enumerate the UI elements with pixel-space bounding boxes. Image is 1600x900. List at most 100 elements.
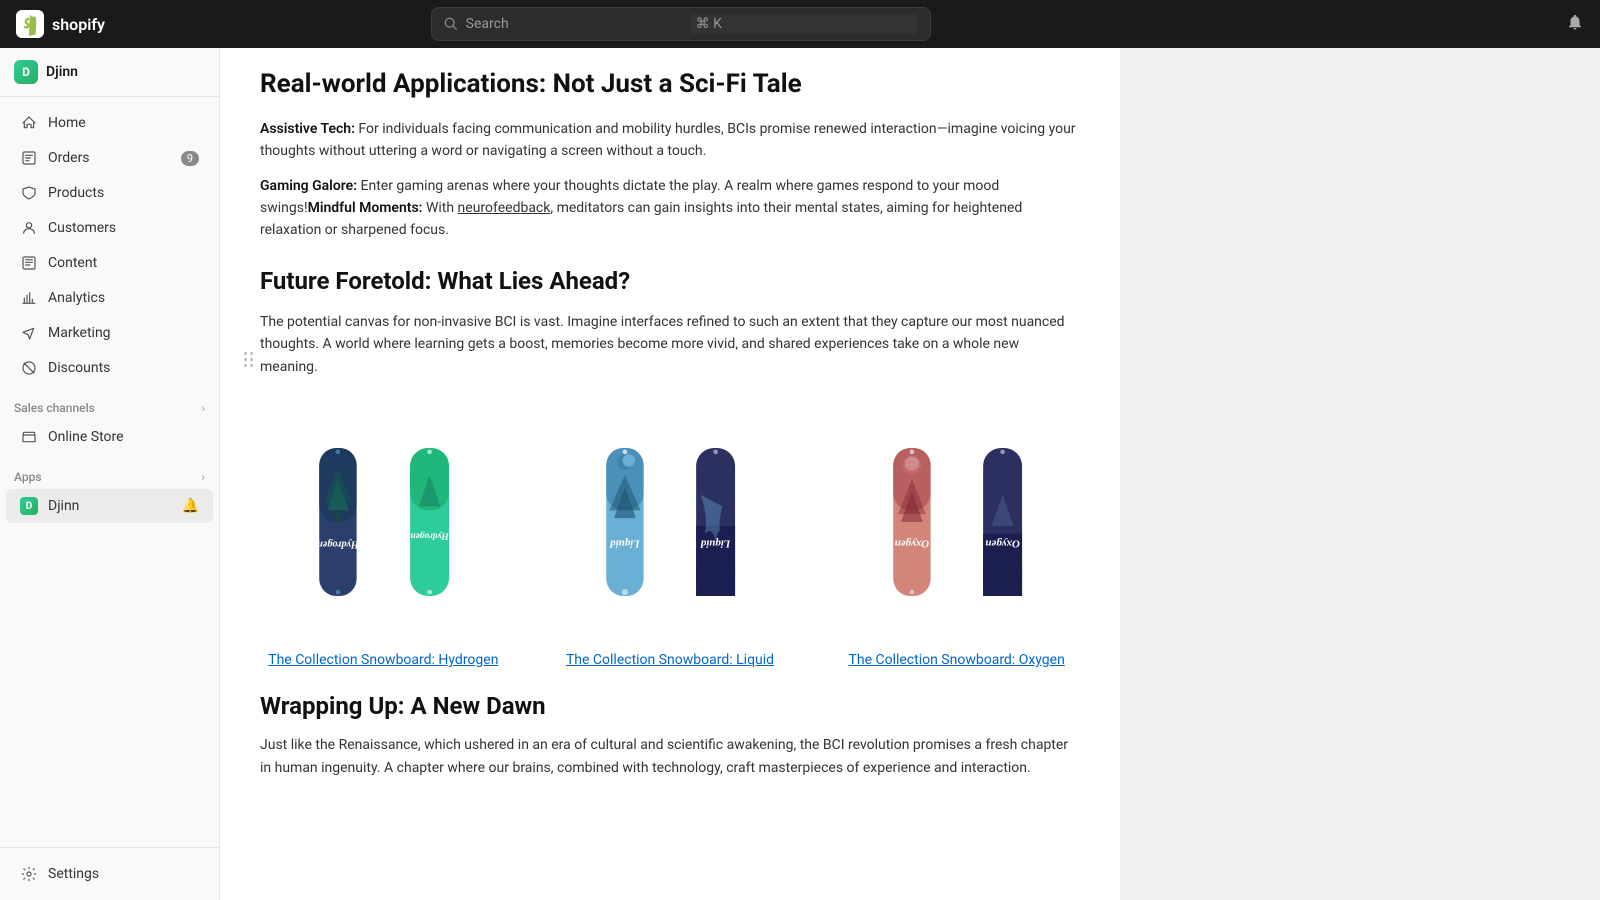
orders-icon (20, 149, 38, 167)
sidebar-item-discounts-label: Discounts (48, 360, 110, 376)
home-icon (20, 114, 38, 132)
svg-text:Liquid: Liquid (700, 538, 731, 550)
section3-title: Wrapping Up: A New Dawn (260, 692, 1080, 720)
sidebar-item-home[interactable]: Home (6, 106, 213, 140)
products-icon (20, 184, 38, 202)
snowboard-liquid-svg: Liquid (600, 407, 701, 637)
product-image-liquid: Liquid Liquid (600, 402, 740, 642)
para2-text2: With (422, 200, 457, 216)
sidebar-item-content[interactable]: Content (6, 246, 213, 280)
djinn-app-icon: D (14, 60, 38, 84)
product-card-oxygen: Oxygen Oxygen (833, 402, 1080, 668)
main-content[interactable]: Real-world Applications: Not Just a Sci-… (220, 48, 1600, 900)
sidebar-item-discounts[interactable]: Discounts (6, 351, 213, 385)
sidebar-app-header: D Djinn (0, 48, 219, 97)
section2-title: Future Foretold: What Lies Ahead? (260, 266, 1080, 297)
search-placeholder: Search (466, 16, 682, 32)
snowboard-hydrogen-svg: Hydrogen (313, 407, 414, 637)
drag-dot (250, 352, 253, 355)
product-image-hydrogen: Hydrogen Hydrogen (313, 402, 453, 642)
svg-text:Hydrogen: Hydrogen (410, 531, 449, 541)
marketing-icon (20, 324, 38, 342)
sidebar-item-online-store[interactable]: Online Store (6, 420, 213, 454)
svg-text:Oxygen: Oxygen (985, 538, 1019, 550)
topbar: shopify Search ⌘ K (0, 0, 1600, 48)
snowboard-hydrogen-2-svg: Hydrogen (407, 407, 454, 637)
sidebar-item-products[interactable]: Products (6, 176, 213, 210)
layout: D Djinn Home Orders 9 Prod (0, 48, 1600, 900)
shopify-text: shopify (52, 15, 105, 34)
djinn-bell-icon[interactable]: 🔔 (182, 498, 199, 514)
sidebar-item-customers[interactable]: Customers (6, 211, 213, 245)
para3: The potential canvas for non-invasive BC… (260, 311, 1080, 378)
sidebar-item-home-label: Home (48, 115, 86, 131)
notification-bell[interactable] (1566, 13, 1584, 36)
sidebar-item-djinn[interactable]: D Djinn 🔔 (6, 489, 213, 523)
oxygen-link[interactable]: The Collection Snowboard: Oxygen (849, 652, 1065, 668)
sidebar-footer: Settings (0, 847, 219, 900)
liquid-link[interactable]: The Collection Snowboard: Liquid (566, 652, 774, 668)
product-card-liquid: Liquid Liquid (547, 402, 794, 668)
product-image-oxygen: Oxygen Oxygen (887, 402, 1027, 642)
discounts-icon (20, 359, 38, 377)
apps-label: Apps (14, 470, 42, 484)
sidebar-item-settings-label: Settings (48, 866, 99, 882)
customers-icon (20, 219, 38, 237)
product-card-hydrogen: Hydrogen Hydrogen (260, 402, 507, 668)
sidebar-item-settings[interactable]: Settings (6, 857, 213, 891)
snowboard-oxygen-2-svg: Oxygen (980, 407, 1027, 637)
para2: Gaming Galore: Enter gaming arenas where… (260, 175, 1080, 242)
neurofeedback-link[interactable]: neurofeedback (458, 200, 551, 216)
sidebar-item-orders-label: Orders (48, 150, 90, 166)
para2-label1: Gaming Galore: (260, 178, 357, 194)
content-icon (20, 254, 38, 272)
para4: Just like the Renaissance, which ushered… (260, 734, 1080, 779)
sidebar-item-orders[interactable]: Orders 9 (6, 141, 213, 175)
drag-dot (250, 364, 253, 367)
drag-dot (244, 358, 247, 361)
djinn-item-label: Djinn (48, 498, 79, 514)
sales-channels-header: Sales channels › (0, 393, 219, 419)
para1: Assistive Tech: For individuals facing c… (260, 118, 1080, 163)
drag-dot (250, 358, 253, 361)
drag-dot (244, 352, 247, 355)
drag-dot (244, 364, 247, 367)
sidebar-item-products-label: Products (48, 185, 104, 201)
shopify-logo[interactable]: shopify (16, 10, 105, 38)
bell-icon (1566, 13, 1584, 31)
sidebar-nav: Home Orders 9 Products Customers (0, 97, 219, 847)
sidebar-item-customers-label: Customers (48, 220, 116, 236)
analytics-icon (20, 289, 38, 307)
content-wrapper: Real-world Applications: Not Just a Sci-… (220, 48, 1120, 900)
online-store-icon (20, 428, 38, 446)
section1-title: Real-world Applications: Not Just a Sci-… (260, 68, 1080, 102)
sidebar-item-analytics[interactable]: Analytics (6, 281, 213, 315)
para1-label: Assistive Tech: (260, 121, 355, 137)
djinn-app-name: Djinn (46, 64, 78, 80)
sidebar-item-analytics-label: Analytics (48, 290, 105, 306)
apps-chevron[interactable]: › (201, 470, 205, 484)
drag-handle[interactable] (240, 348, 257, 371)
search-bar[interactable]: Search ⌘ K (431, 7, 931, 41)
svg-text:Hydrogen: Hydrogen (317, 539, 360, 550)
sidebar-item-content-label: Content (48, 255, 97, 271)
hydrogen-link[interactable]: The Collection Snowboard: Hydrogen (268, 652, 498, 668)
search-icon (444, 17, 458, 31)
snowboard-oxygen-svg: Oxygen (887, 407, 988, 637)
snowboard-liquid-2-svg: Liquid (693, 407, 740, 637)
djinn-small-icon: D (20, 497, 38, 515)
sidebar-item-online-store-label: Online Store (48, 429, 124, 445)
search-shortcut: ⌘ K (690, 14, 918, 34)
svg-text:Oxygen: Oxygen (894, 538, 928, 550)
sales-channels-label: Sales channels (14, 401, 95, 415)
settings-icon (20, 865, 38, 883)
sidebar-item-marketing[interactable]: Marketing (6, 316, 213, 350)
sales-channels-chevron[interactable]: › (201, 401, 205, 415)
orders-badge: 9 (181, 151, 199, 166)
para2-label2: Mindful Moments: (308, 200, 423, 216)
sidebar: D Djinn Home Orders 9 Prod (0, 48, 220, 900)
shopify-logo-icon (16, 10, 44, 38)
svg-text:Liquid: Liquid (610, 538, 641, 550)
apps-header: Apps › (0, 462, 219, 488)
para1-text: For individuals facing communication and… (260, 121, 1076, 159)
